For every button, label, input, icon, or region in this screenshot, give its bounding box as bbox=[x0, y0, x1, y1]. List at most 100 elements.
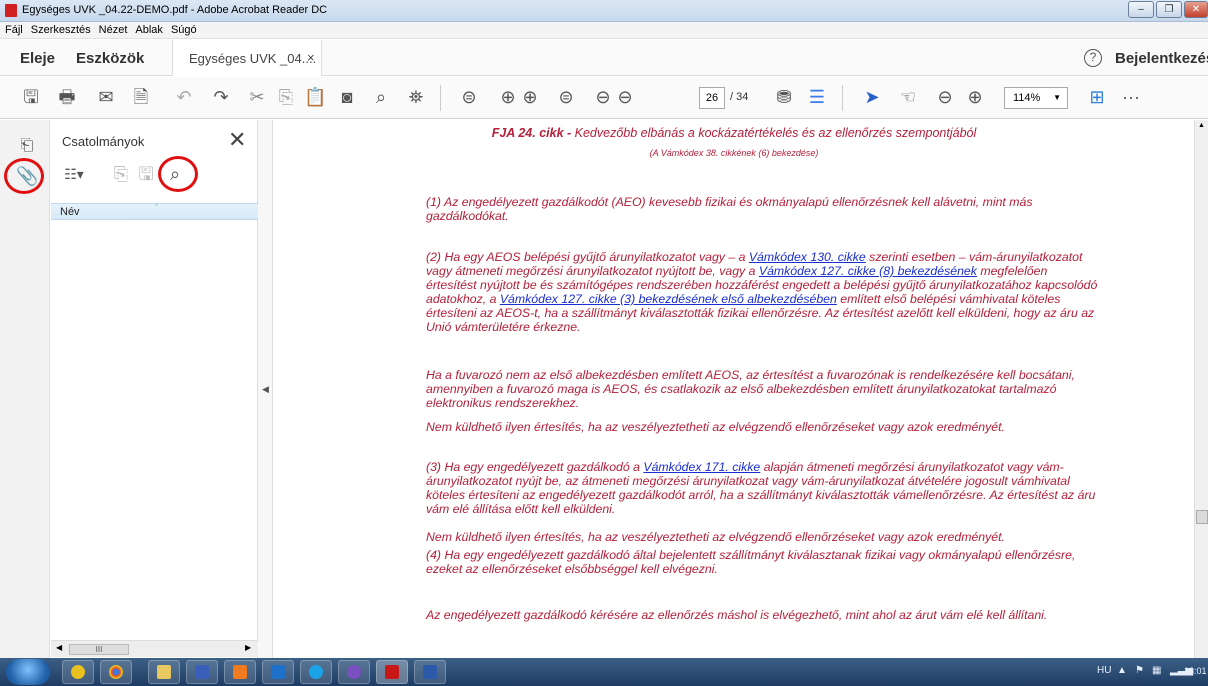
email-icon[interactable]: ✉ bbox=[95, 87, 117, 107]
column-label: Név bbox=[60, 206, 80, 218]
start-button[interactable] bbox=[6, 659, 50, 685]
signin-button[interactable]: Bejelentkezés bbox=[1115, 50, 1208, 67]
window-title: Egységes UVK _04.22-DEMO.pdf - Adobe Acr… bbox=[22, 4, 328, 16]
close-tab-icon[interactable]: × bbox=[307, 50, 315, 65]
vertical-scrollbar[interactable]: ▲ bbox=[1194, 120, 1208, 658]
scrollbar-thumb[interactable] bbox=[1196, 510, 1208, 524]
minimize-button[interactable]: – bbox=[1128, 1, 1154, 18]
fit-page-icon[interactable]: ⊞ bbox=[1086, 87, 1108, 107]
options-menu-icon[interactable]: ☷▾ bbox=[63, 164, 85, 184]
first-page-icon[interactable]: ⊜ bbox=[458, 87, 480, 107]
paste-icon[interactable]: 📋 bbox=[304, 87, 326, 107]
save-icon[interactable]: 🖫 bbox=[20, 87, 42, 107]
open-attachment-icon[interactable]: ⎘ bbox=[110, 164, 132, 184]
name-column-header[interactable]: Név ˆ bbox=[51, 203, 258, 220]
page-number-input[interactable]: 26 bbox=[699, 87, 725, 109]
zoom-value: 114% bbox=[1013, 92, 1041, 104]
scrollbar-thumb[interactable]: III bbox=[69, 644, 129, 655]
tab-document[interactable]: Egységes UVK _04.... × bbox=[172, 40, 322, 76]
taskbar-app-1[interactable] bbox=[62, 660, 94, 684]
paragraph-7: (4) Ha egy engedélyezett gazdálkodó álta… bbox=[426, 548, 1076, 576]
tab-home[interactable]: Eleje bbox=[20, 50, 55, 67]
scroll-mode-icon[interactable]: ☰ bbox=[806, 87, 828, 107]
previous-page-icon[interactable]: ⊕ bbox=[497, 87, 519, 107]
back-view-icon[interactable]: ⊖ bbox=[592, 87, 614, 107]
menu-file[interactable]: Fájl bbox=[0, 22, 26, 36]
windows-taskbar: HU ▲ ⚑ ▦ ▂▃▅ 🔈 18:01 bbox=[0, 658, 1208, 686]
scroll-up-icon[interactable]: ▲ bbox=[1198, 122, 1205, 129]
paragraph-3: Ha a fuvarozó nem az első albekezdésben … bbox=[426, 368, 1075, 410]
taskbar-skype-icon[interactable] bbox=[300, 660, 332, 684]
link-vamkodex-127-8[interactable]: Vámkódex 127. cikke (8) bekezdésének bbox=[759, 264, 977, 278]
menu-window[interactable]: Ablak bbox=[130, 22, 166, 36]
paragraph-4: Nem küldhető ilyen értesítés, ha az vesz… bbox=[426, 420, 1005, 434]
paragraph-2: (2) Ha egy AEOS belépési gyűjtő árunyila… bbox=[426, 250, 1101, 334]
tray-network-icon[interactable]: ▦ bbox=[1152, 665, 1161, 676]
article-title: Kedvezőbb elbánás a kockázatértékelés és… bbox=[574, 126, 977, 140]
tab-tools[interactable]: Eszközök bbox=[76, 50, 144, 67]
close-panel-icon[interactable]: ✕ bbox=[228, 127, 246, 153]
article-subheading: (A Vámkódex 38. cikkének (6) bekezdése) bbox=[649, 148, 819, 158]
last-page-icon[interactable]: ⊜ bbox=[555, 87, 577, 107]
copy-icon[interactable]: ⎘ bbox=[275, 87, 297, 107]
zoom-in-icon[interactable]: ⊕ bbox=[964, 87, 986, 107]
undo-icon[interactable]: ↶ bbox=[173, 87, 195, 107]
article-heading: FJA 24. cikk - Kedvezőbb elbánás a kocká… bbox=[274, 126, 1194, 140]
text-run: (2) Ha egy AEOS belépési gyűjtő árunyila… bbox=[426, 250, 749, 264]
chevron-down-icon: ▼ bbox=[1053, 93, 1061, 102]
snapshot-icon[interactable]: ◙ bbox=[336, 87, 358, 107]
page-total: / 34 bbox=[730, 91, 749, 103]
link-vamkodex-127-3[interactable]: Vámkódex 127. cikke (3) bekezdésének els… bbox=[500, 292, 837, 306]
language-indicator[interactable]: HU bbox=[1097, 665, 1111, 676]
taskbar-word-icon[interactable] bbox=[414, 660, 446, 684]
left-navigation-rail: ⎗ 📎 bbox=[0, 120, 50, 658]
paragraph-8: Az engedélyezett gazdálkodó kérésére az … bbox=[426, 608, 1048, 622]
scroll-right-icon[interactable]: ▶ bbox=[245, 643, 251, 652]
taskbar-explorer-icon[interactable] bbox=[148, 660, 180, 684]
highlight-circle bbox=[158, 156, 198, 192]
more-tools-icon[interactable]: ··· bbox=[1120, 87, 1142, 107]
clock[interactable]: 18:01 bbox=[1184, 666, 1207, 676]
text-run: (3) Ha egy engedélyezett gazdálkodó a bbox=[426, 460, 644, 474]
close-window-button[interactable]: ✕ bbox=[1184, 1, 1208, 18]
taskbar-acrobat-icon[interactable] bbox=[376, 660, 408, 684]
menu-help[interactable]: Súgó bbox=[166, 22, 200, 36]
read-mode-icon[interactable]: ⛃ bbox=[773, 87, 795, 107]
panel-splitter[interactable]: ◀ bbox=[258, 120, 273, 658]
collapse-panel-icon[interactable]: ◀ bbox=[262, 384, 269, 395]
redo-icon[interactable]: ↷ bbox=[210, 87, 232, 107]
help-icon[interactable]: ? bbox=[1084, 49, 1102, 67]
taskbar-outlook-icon[interactable] bbox=[262, 660, 294, 684]
tray-arrow-icon[interactable]: ▲ bbox=[1117, 665, 1127, 676]
maximize-button[interactable]: ❐ bbox=[1156, 1, 1182, 18]
acrobat-app-icon bbox=[5, 4, 17, 17]
taskbar-app-4[interactable] bbox=[186, 660, 218, 684]
cut-icon[interactable]: ✂ bbox=[246, 87, 268, 107]
save-attachment-icon[interactable]: 🖫 bbox=[135, 164, 157, 184]
paragraph-5: (3) Ha egy engedélyezett gazdálkodó a Vá… bbox=[426, 460, 1101, 516]
tray-flag-icon[interactable]: ⚑ bbox=[1135, 665, 1144, 676]
select-tool-icon[interactable]: ➤ bbox=[861, 87, 883, 107]
search-document-icon[interactable]: 🗎 bbox=[130, 87, 152, 107]
next-page-icon[interactable]: ⊕ bbox=[519, 87, 541, 107]
search-icon[interactable]: ⌕ bbox=[370, 87, 392, 107]
menu-edit[interactable]: Szerkesztés bbox=[26, 22, 94, 36]
paragraph-6: Nem küldhető ilyen értesítés, ha az vesz… bbox=[426, 530, 1005, 544]
print-icon[interactable]: 🖶 bbox=[56, 87, 78, 107]
link-vamkodex-171[interactable]: Vámkódex 171. cikke bbox=[643, 460, 760, 474]
find-icon[interactable]: ⛯ bbox=[405, 87, 427, 107]
scroll-left-icon[interactable]: ◀ bbox=[56, 643, 62, 652]
zoom-select[interactable]: 114% ▼ bbox=[1004, 87, 1068, 109]
hand-tool-icon[interactable]: ☜ bbox=[897, 87, 919, 107]
page-thumbnails-icon[interactable]: ⎗ bbox=[16, 136, 38, 156]
zoom-out-icon[interactable]: ⊖ bbox=[934, 87, 956, 107]
tab-bar: Eleje Eszközök Egységes UVK _04.... × bbox=[0, 40, 1208, 76]
toolbar-separator bbox=[842, 85, 843, 111]
forward-view-icon[interactable]: ⊖ bbox=[614, 87, 636, 107]
taskbar-viber-icon[interactable] bbox=[338, 660, 370, 684]
horizontal-scrollbar[interactable]: ◀ III ▶ bbox=[51, 640, 258, 657]
taskbar-app-5[interactable] bbox=[224, 660, 256, 684]
menu-view[interactable]: Nézet bbox=[94, 22, 131, 36]
taskbar-chrome-icon[interactable] bbox=[100, 660, 132, 684]
link-vamkodex-130[interactable]: Vámkódex 130. cikke bbox=[749, 250, 866, 264]
